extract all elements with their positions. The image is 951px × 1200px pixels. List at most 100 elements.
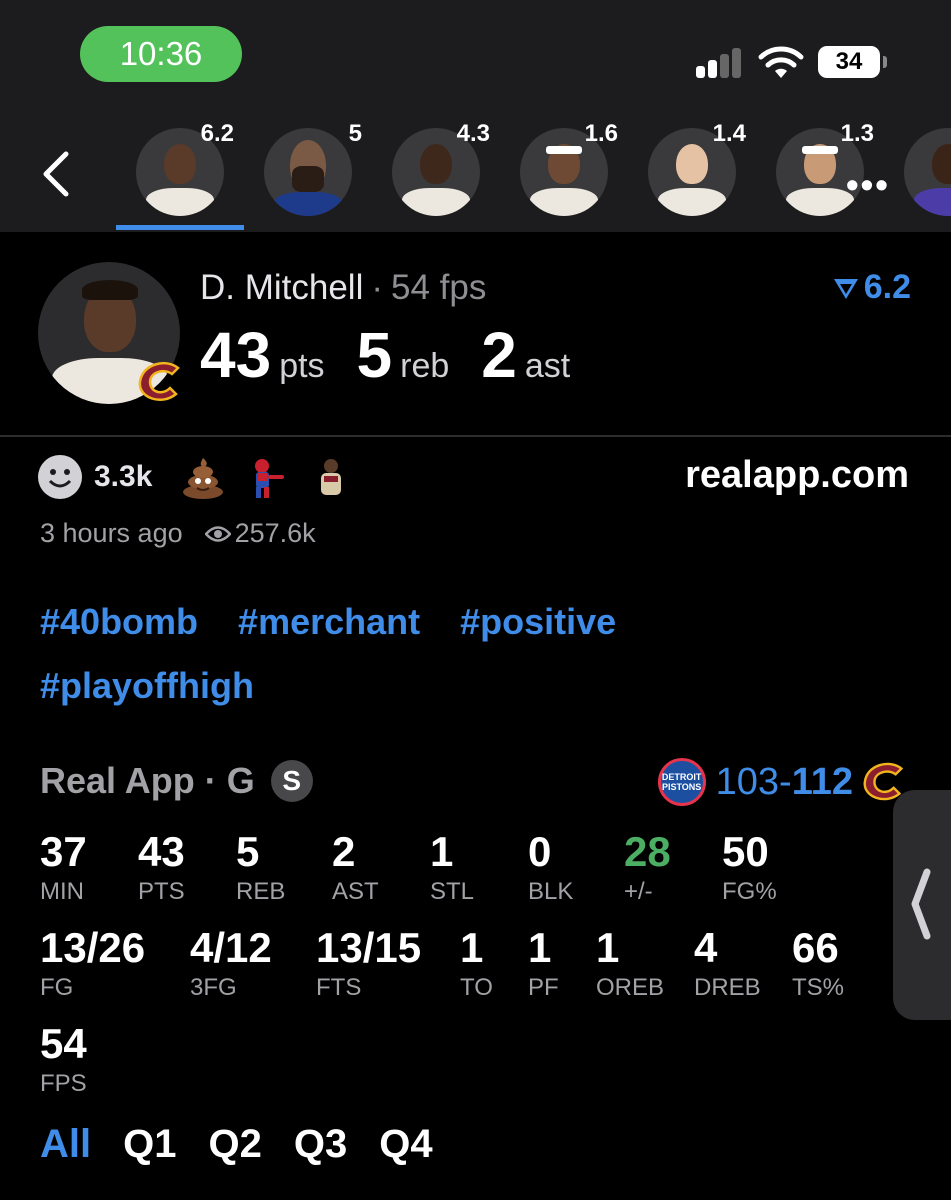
opponent-score: 103	[715, 760, 780, 803]
roster-player-3[interactable]: 4.3	[372, 110, 500, 232]
player-rating[interactable]: 6.2	[832, 268, 911, 307]
player-statline: 43 pts 5 reb 2 ast	[200, 318, 602, 392]
tab-all[interactable]: All	[40, 1122, 91, 1167]
points-value: 43	[200, 319, 272, 391]
poop-emoji-icon[interactable]	[180, 454, 226, 500]
game-score[interactable]: DETROIT PISTONS 103 - 112	[657, 758, 911, 806]
player-sticker-icon[interactable]	[308, 454, 354, 500]
stat-stl: 1 STL	[430, 828, 474, 906]
stat-3fg: 4/12 3FG	[190, 924, 272, 1002]
stat-value: 37	[40, 828, 87, 875]
roster-rating: 1.4	[712, 120, 746, 147]
stat-value: 1	[430, 828, 454, 875]
stat-label: DREB	[694, 974, 761, 1001]
back-chevron-icon[interactable]	[38, 150, 74, 198]
team-score: 112	[791, 760, 853, 803]
player-name[interactable]: D. Mitchell	[200, 268, 363, 307]
stat-value: 4	[694, 924, 718, 971]
section-divider	[0, 435, 951, 437]
stat-label: FTS	[316, 974, 362, 1001]
stat-label: TO	[460, 974, 493, 1001]
stat-label: TS%	[792, 974, 845, 1001]
score-dash: -	[779, 760, 792, 803]
hashtag-link[interactable]: #merchant	[238, 598, 420, 662]
player-position: G	[226, 760, 255, 801]
spiderman-pointing-icon[interactable]	[244, 454, 290, 500]
stat-value: 4/12	[190, 924, 272, 971]
roster-player-5[interactable]: 1.4	[628, 110, 756, 232]
stat-value: 54	[40, 1020, 87, 1067]
stat-value: 66	[792, 924, 839, 971]
stat-fts: 13/15 FTS	[316, 924, 421, 1002]
stat-to: 1 TO	[460, 924, 493, 1002]
tab-q3[interactable]: Q3	[294, 1122, 347, 1167]
stat-value: 1	[460, 924, 484, 971]
stat-min: 37 MIN	[40, 828, 87, 906]
stat-value: 50	[722, 828, 769, 875]
hashtag-link[interactable]: #positive	[460, 598, 616, 662]
quarter-tabs: All Q1 Q2 Q3 Q4	[40, 1122, 465, 1167]
top-bar: 10:36 34 6.2 5 4.3 1.6 1.4 1.3 •••	[0, 0, 951, 232]
name-separator: ·	[371, 268, 384, 307]
stat-label: FPS	[40, 1070, 87, 1097]
stat-value: 0	[528, 828, 552, 875]
hashtag-link[interactable]: #playoffhigh	[40, 662, 254, 726]
source-site[interactable]: realapp.com	[685, 454, 909, 497]
app-name: Real App	[40, 760, 195, 801]
more-players-button[interactable]: •••	[846, 164, 890, 206]
starter-badge: S	[270, 760, 313, 802]
post-meta: 3 hours ago 257.6k	[40, 518, 316, 549]
stat-label: OREB	[596, 974, 665, 1001]
cellular-signal-icon	[696, 48, 744, 78]
stat-value: 13/15	[316, 924, 422, 971]
reactions-bar[interactable]: 3.3k	[38, 452, 372, 502]
stat-fg: 13/26 FG	[40, 924, 145, 1002]
side-drawer-handle[interactable]	[893, 790, 951, 1020]
stat-value: 28	[624, 828, 671, 875]
roster-rating: 6.2	[200, 120, 234, 147]
stat-label: PF	[528, 974, 559, 1001]
stat-ast: 2 AST	[332, 828, 379, 906]
smiley-reaction-icon[interactable]	[38, 455, 82, 499]
stat-pf: 1 PF	[528, 924, 559, 1002]
tab-q4[interactable]: Q4	[379, 1122, 432, 1167]
pistons-logo-icon: DETROIT PISTONS	[657, 758, 706, 806]
stat-pts: 43 PTS	[138, 828, 185, 906]
eye-icon	[204, 525, 231, 542]
roster-player-1[interactable]: 6.2	[116, 110, 244, 232]
rebounds-value: 5	[356, 319, 393, 391]
time-ago: 3 hours ago	[40, 518, 183, 548]
stat-label: BLK	[528, 878, 574, 905]
player-name-line: D. Mitchell · 54 fps	[200, 268, 486, 308]
stat-value: 43	[138, 828, 185, 875]
stat-label: AST	[332, 878, 379, 905]
roster-rating: 4.3	[456, 120, 490, 147]
assists-label: ast	[524, 347, 571, 385]
roster-rating: 5	[348, 120, 362, 147]
tab-q1[interactable]: Q1	[123, 1122, 176, 1167]
stat-blk: 0 BLK	[528, 828, 573, 906]
battery-icon: 34	[818, 46, 887, 78]
roster-rating: 1.6	[584, 120, 618, 147]
assists-value: 2	[481, 319, 517, 391]
stat-label: FG	[40, 974, 74, 1001]
rating-badge-icon	[833, 278, 858, 299]
tab-q2[interactable]: Q2	[208, 1122, 261, 1167]
chevron-left-icon	[911, 868, 931, 940]
stat-fps: 54 FPS	[40, 1020, 87, 1098]
roster-player-7[interactable]	[884, 110, 951, 232]
stat-plus-minus: 28 +/-	[624, 828, 671, 906]
view-count: 257.6k	[234, 518, 316, 548]
stat-label: FG%	[722, 878, 777, 905]
game-source-label: Real App · G S	[40, 760, 313, 802]
stat-label: 3FG	[190, 974, 237, 1001]
hashtag-link[interactable]: #40bomb	[40, 598, 198, 662]
player-avatar	[904, 128, 951, 216]
player-avatar	[264, 128, 352, 216]
rebounds-label: reb	[400, 347, 450, 385]
rating-value: 6.2	[863, 268, 911, 306]
stat-ts-pct: 66 TS%	[792, 924, 844, 1002]
player-roster-strip[interactable]: 6.2 5 4.3 1.6 1.4 1.3	[116, 110, 951, 232]
roster-player-2[interactable]: 5	[244, 110, 372, 232]
roster-player-4[interactable]: 1.6	[500, 110, 628, 232]
